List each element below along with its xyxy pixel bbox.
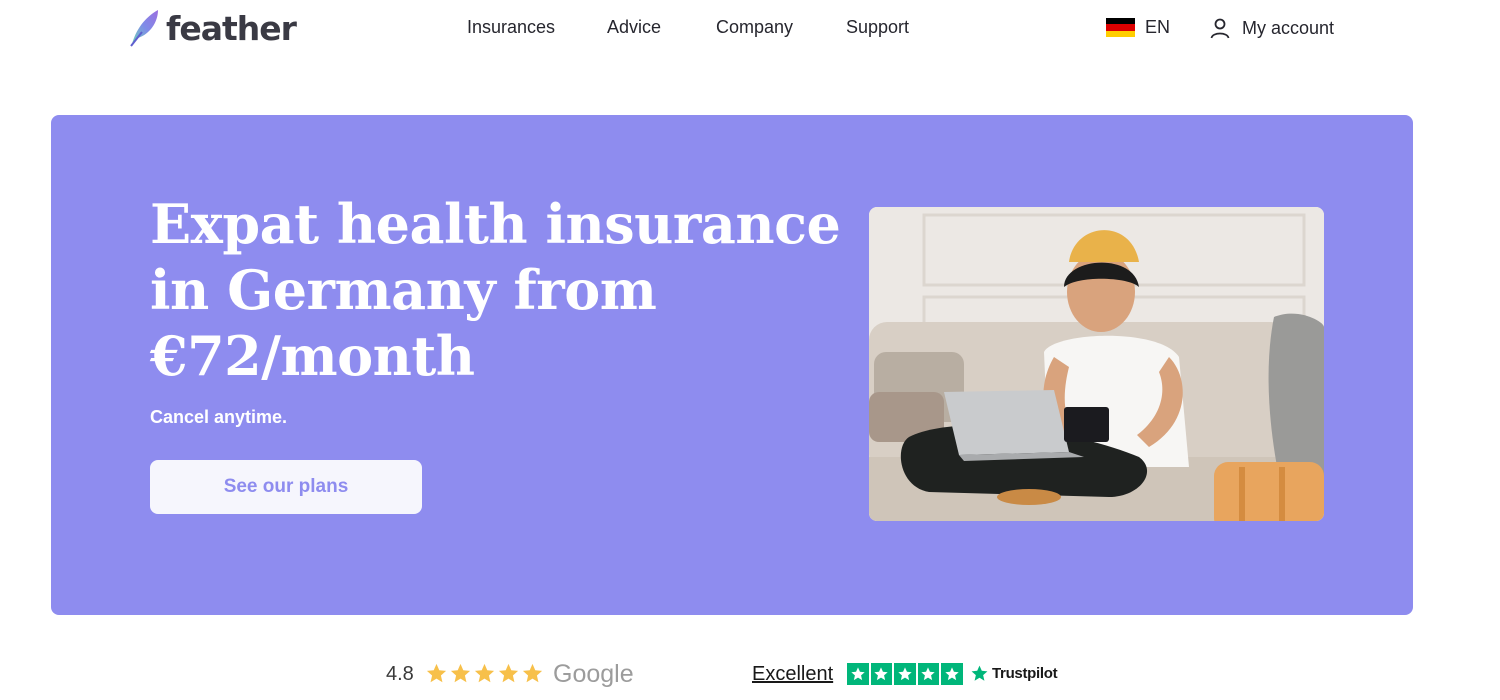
hero-title: Expat health insurance in Germany from €…	[150, 192, 841, 388]
star-icon	[450, 663, 471, 683]
brand-logo[interactable]: feather	[128, 8, 297, 48]
language-switcher[interactable]: EN	[1106, 17, 1170, 38]
trustpilot-logo: Trustpilot	[970, 664, 1058, 683]
brand-name: feather	[166, 8, 297, 48]
star-icon	[941, 663, 963, 685]
star-icon	[474, 663, 495, 683]
nav-item-insurances[interactable]: Insurances	[467, 17, 555, 38]
nav-item-advice[interactable]: Advice	[607, 17, 661, 38]
account-label: My account	[1242, 17, 1335, 38]
my-account-link[interactable]: My account	[1208, 16, 1334, 40]
user-icon	[1210, 18, 1230, 39]
hero-image	[869, 207, 1324, 521]
star-icon	[522, 663, 543, 683]
star-icon	[498, 663, 519, 683]
see-plans-button[interactable]: See our plans	[150, 460, 422, 514]
trustpilot-brand: Trustpilot	[992, 665, 1058, 682]
star-icon	[426, 663, 447, 683]
star-icon	[894, 663, 916, 685]
google-logo: Google	[553, 660, 634, 688]
language-label: EN	[1145, 17, 1171, 37]
flag-germany-icon	[1106, 18, 1135, 37]
google-stars	[425, 662, 544, 685]
nav-item-company[interactable]: Company	[716, 17, 793, 38]
star-icon	[917, 663, 939, 685]
google-rating-score: 4.8	[386, 663, 414, 685]
trustpilot-star-icon	[971, 665, 988, 681]
star-icon	[847, 663, 869, 685]
trustpilot-rating-link[interactable]: Excellent	[752, 663, 833, 686]
trustpilot-stars	[847, 663, 963, 685]
hero-illustration	[869, 207, 1324, 521]
hero-subtitle: Cancel anytime.	[150, 407, 288, 427]
nav-item-support[interactable]: Support	[846, 17, 909, 38]
star-icon	[870, 663, 892, 685]
hero-banner: Expat health insurance in Germany from €…	[51, 115, 1413, 615]
feather-icon	[130, 10, 158, 47]
